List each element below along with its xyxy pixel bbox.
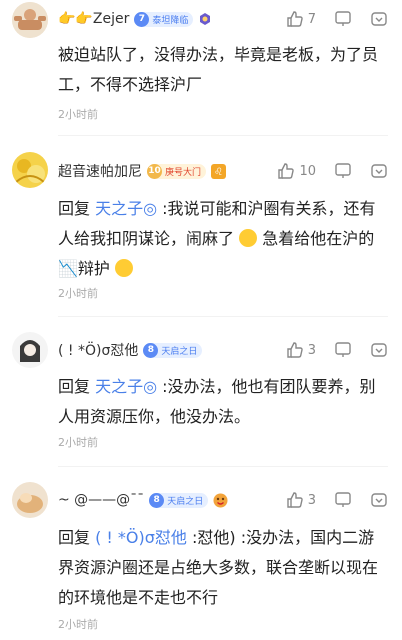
thumb-up-icon	[286, 10, 304, 28]
more-button[interactable]	[370, 341, 388, 359]
thumb-up-icon	[286, 491, 304, 509]
username[interactable]: 👉👉Zejer	[58, 11, 129, 27]
level-badge: 7 泰坦降临	[134, 11, 194, 27]
name-row: 👉👉Zejer 7 泰坦降临	[58, 8, 212, 30]
level-number: 8	[143, 342, 159, 358]
name-row: ~ @——@¯¯ 8 天启之日	[58, 489, 228, 511]
comment-actions: 3	[268, 489, 388, 511]
level-title: 天启之日	[167, 496, 204, 507]
name-row: 超音速帕加尼 10 庚号大门 ♌	[58, 160, 227, 182]
like-button[interactable]: 7	[286, 10, 316, 28]
more-button[interactable]	[370, 10, 388, 28]
leo-icon: ♌	[211, 163, 227, 179]
more-button[interactable]	[370, 162, 388, 180]
more-icon	[370, 10, 388, 28]
thumb-down-icon	[334, 341, 352, 359]
medal-icon	[198, 12, 212, 26]
comment-time: 2小时前	[58, 436, 98, 449]
like-count: 3	[307, 342, 316, 358]
divider	[58, 135, 388, 136]
reply-mention-link[interactable]: ( ! *Ö)σ怼他	[95, 528, 187, 547]
level-number: 10	[147, 163, 162, 179]
level-number: 7	[134, 11, 150, 27]
dislike-button[interactable]	[334, 491, 352, 509]
more-icon	[370, 491, 388, 509]
reply-mention-link[interactable]: 天之子◎	[95, 377, 157, 396]
sweat-emoji-icon	[239, 229, 258, 247]
level-badge: 10 庚号大门	[147, 163, 207, 179]
reply-mention-link[interactable]: 天之子◎	[95, 199, 157, 218]
svg-text:♌: ♌	[214, 167, 223, 178]
comment-actions: 3	[268, 339, 388, 361]
comment-time: 2小时前	[58, 287, 98, 300]
like-button[interactable]: 3	[286, 491, 316, 509]
more-icon	[370, 162, 388, 180]
avatar[interactable]	[12, 2, 48, 38]
comment-text: 回复 天之子◎ :没办法，他也有团队要养，别人用资源压你，他没办法。	[58, 372, 388, 432]
comment-time: 2小时前	[58, 108, 98, 121]
reply-prefix: 回复	[58, 377, 96, 396]
username[interactable]: ~ @——@¯¯	[58, 492, 144, 508]
avatar[interactable]	[12, 152, 48, 188]
thumb-up-icon	[277, 162, 295, 180]
thumb-up-icon	[286, 341, 304, 359]
more-icon	[370, 341, 388, 359]
dislike-button[interactable]	[334, 10, 352, 28]
level-badge: 8 天启之日	[149, 492, 209, 508]
thumb-down-icon	[334, 162, 352, 180]
like-count: 7	[307, 11, 316, 27]
comment-actions: 10	[259, 160, 388, 182]
reply-prefix: 回复	[58, 199, 96, 218]
tongue-emoji-icon	[115, 259, 134, 277]
name-row: ( ! *Ö)σ怼他 8 天启之日	[58, 339, 203, 361]
level-badge: 8 天启之日	[143, 342, 203, 358]
comment-time: 2小时前	[58, 618, 98, 631]
like-button[interactable]: 10	[277, 162, 316, 180]
thumb-down-icon	[334, 10, 352, 28]
thumb-down-icon	[334, 491, 352, 509]
like-count: 3	[307, 492, 316, 508]
username[interactable]: ( ! *Ö)σ怼他	[58, 340, 138, 360]
level-title: 庚号大门	[165, 167, 202, 178]
username[interactable]: 超音速帕加尼	[58, 161, 142, 181]
dislike-button[interactable]	[334, 341, 352, 359]
comment-text: 回复 ( ! *Ö)σ怼他 :怼他) :没办法，国内二游界资源沪圈还是占绝大多数…	[58, 523, 388, 613]
level-number: 8	[149, 492, 165, 508]
divider	[58, 466, 388, 467]
dislike-button[interactable]	[334, 162, 352, 180]
like-button[interactable]: 3	[286, 341, 316, 359]
more-button[interactable]	[370, 491, 388, 509]
like-count: 10	[299, 163, 316, 179]
reply-body-3: 📉辩护	[58, 259, 110, 278]
level-title: 天启之日	[161, 346, 198, 357]
comment-text: 被迫站队了，没得办法，毕竟是老板，为了员工，不得不选择沪厂	[58, 45, 379, 94]
avatar[interactable]	[12, 482, 48, 518]
emoji-badge-icon	[213, 493, 228, 508]
reply-body-2: 急着给他在沪的	[257, 229, 375, 248]
comment-text: 回复 天之子◎ :我说可能和沪圈有关系，还有人给我扣阴谋论，闹麻了 急着给他在沪…	[58, 194, 388, 284]
avatar[interactable]	[12, 332, 48, 368]
divider	[58, 316, 388, 317]
level-title: 泰坦降临	[152, 15, 189, 26]
reply-prefix: 回复	[58, 528, 96, 547]
comment-actions: 7	[268, 8, 388, 30]
